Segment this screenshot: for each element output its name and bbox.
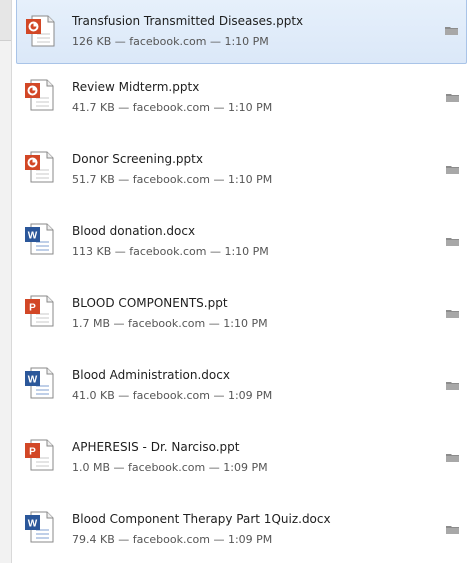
svg-text:P: P [29,303,36,314]
downloads-list: Transfusion Transmitted Diseases.pptx 12… [12,0,467,563]
file-name: Donor Screening.pptx [72,152,203,166]
file-name: Review Midterm.pptx [72,80,200,94]
file-meta: 41.0 KB — facebook.com — 1:09 PM [72,389,273,402]
file-name: BLOOD COMPONENTS.ppt [72,296,228,310]
powerpoint-file-icon [25,151,54,183]
download-item[interactable]: Transfusion Transmitted Diseases.pptx 12… [16,0,467,64]
folder-icon[interactable] [446,165,459,174]
folder-icon[interactable] [445,26,458,35]
download-item[interactable]: P BLOOD COMPONENTS.ppt 1.7 MB — facebook… [12,280,467,352]
download-item[interactable]: W Blood Administration.docx 41.0 KB — fa… [12,352,467,424]
word-file-icon: W [25,367,54,399]
svg-text:W: W [28,375,38,386]
svg-text:W: W [28,231,38,242]
svg-text:W: W [28,519,38,530]
left-panel-edge [0,0,12,563]
file-name: Transfusion Transmitted Diseases.pptx [72,14,304,28]
download-item[interactable]: W Blood Component Therapy Part 1Quiz.doc… [12,496,467,568]
download-item[interactable]: W Blood donation.docx 113 KB — facebook.… [12,208,467,280]
download-item[interactable]: Review Midterm.pptx 41.7 KB — facebook.c… [12,64,467,136]
file-meta: 51.7 KB — facebook.com — 1:10 PM [72,173,273,186]
file-meta: 1.0 MB — facebook.com — 1:09 PM [72,461,268,474]
folder-icon[interactable] [446,381,459,390]
file-meta: 126 KB — facebook.com — 1:10 PM [72,35,269,48]
powerpoint-file-icon: P [25,439,54,471]
word-file-icon: W [25,511,54,543]
file-meta: 1.7 MB — facebook.com — 1:10 PM [72,317,268,330]
left-panel-header [0,0,11,41]
powerpoint-file-icon: P [25,295,54,327]
folder-icon[interactable] [446,525,459,534]
folder-icon[interactable] [446,237,459,246]
file-meta: 41.7 KB — facebook.com — 1:10 PM [72,101,273,114]
word-file-icon: W [25,223,54,255]
powerpoint-file-icon [26,15,55,47]
file-meta: 79.4 KB — facebook.com — 1:09 PM [72,533,273,546]
file-name: Blood donation.docx [72,224,196,238]
folder-icon[interactable] [446,453,459,462]
svg-text:P: P [29,447,36,458]
download-item[interactable]: P APHERESIS - Dr. Narciso.ppt 1.0 MB — f… [12,424,467,496]
powerpoint-file-icon [25,79,54,111]
folder-icon[interactable] [446,93,459,102]
file-name: Blood Component Therapy Part 1Quiz.docx [72,512,331,526]
folder-icon[interactable] [446,309,459,318]
file-meta: 113 KB — facebook.com — 1:10 PM [72,245,269,258]
file-name: APHERESIS - Dr. Narciso.ppt [72,440,240,454]
download-item[interactable]: Donor Screening.pptx 51.7 KB — facebook.… [12,136,467,208]
file-name: Blood Administration.docx [72,368,230,382]
